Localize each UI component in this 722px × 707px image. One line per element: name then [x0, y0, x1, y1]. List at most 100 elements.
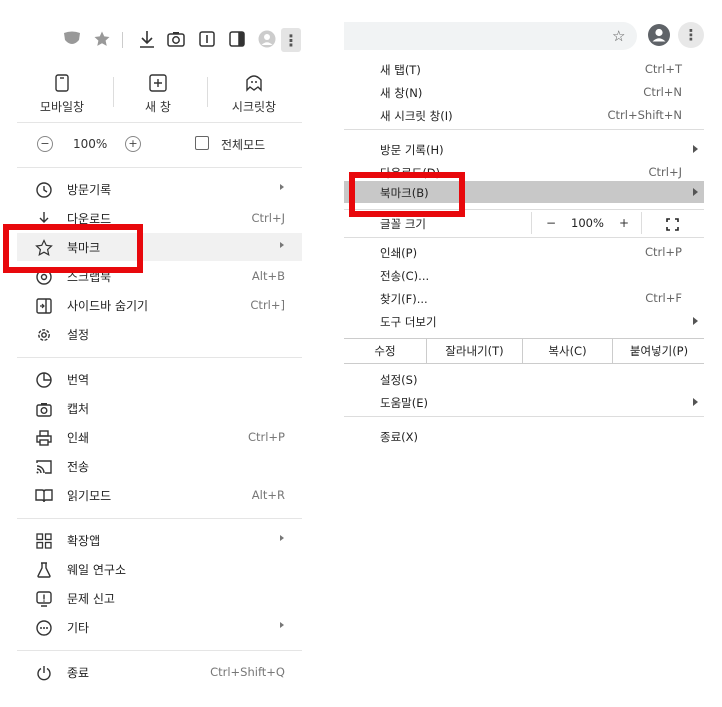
whale-menu-panel: ⋮ 모바일창 새 창 시크릿창 − 100% + 전체모드 방문기록 다운로드 … [17, 20, 302, 707]
menu-item-extensions[interactable]: 확장앱 [17, 526, 302, 554]
address-bar[interactable] [344, 22, 637, 50]
quick-action-secret-window[interactable]: 시크릿창 [209, 72, 299, 118]
submenu-arrow-icon [693, 188, 698, 196]
fullscreen-icon[interactable] [666, 216, 679, 235]
quick-action-label: 모바일창 [39, 100, 85, 114]
more-menu-button[interactable]: ⋮ [281, 28, 301, 52]
toolbar-divider [122, 32, 123, 48]
menu-item-label: 도구 더보기 [380, 315, 437, 329]
shortcut-label: Ctrl+J [251, 211, 286, 225]
fullscreen-icon[interactable] [195, 136, 209, 150]
submenu-arrow-icon [280, 622, 284, 628]
menu-item-cast[interactable]: 전송 [17, 452, 302, 480]
zoom-level: 100% [571, 216, 604, 230]
book-icon [35, 487, 53, 505]
menu-item-find[interactable]: 찾기(F)... Ctrl+F [344, 287, 704, 309]
menu-item-label: 전송(C)... [380, 269, 430, 283]
menu-item-cast[interactable]: 전송(C)... [344, 264, 704, 286]
camera-icon[interactable] [165, 28, 187, 50]
cut-button[interactable]: 잘라내기(T) [426, 339, 522, 363]
shortcut-label: Ctrl+Shift+Q [210, 665, 285, 679]
submenu-arrow-icon [280, 535, 284, 541]
bookmark-star-icon[interactable]: ☆ [612, 27, 625, 45]
menu-item-history[interactable]: 방문기록 [17, 175, 302, 203]
menu-item-capture[interactable]: 캡처 [17, 394, 302, 422]
shortcut-label: Ctrl+Shift+N [607, 108, 682, 122]
cast-icon [35, 458, 53, 476]
menu-divider [17, 122, 302, 123]
camera-icon [35, 400, 53, 418]
zoom-divider [531, 212, 532, 234]
menu-item-settings[interactable]: 설정(S) [344, 368, 704, 390]
shortcut-label: Ctrl+P [247, 430, 285, 444]
copy-button[interactable]: 복사(C) [522, 339, 612, 363]
zoom-in-button[interactable]: + [125, 136, 141, 152]
menu-item-label: 인쇄 [67, 431, 90, 445]
menu-item-whale-lab[interactable]: 웨일 연구소 [17, 555, 302, 583]
more-menu-button[interactable]: ⋮ [678, 22, 704, 48]
submenu-arrow-icon [693, 398, 698, 406]
menu-item-history[interactable]: 방문 기록(H) [344, 138, 704, 160]
profile-avatar-icon[interactable] [648, 24, 670, 46]
menu-item-label: 찾기(F)... [380, 292, 428, 306]
zoom-out-button[interactable]: − [37, 136, 53, 152]
menu-item-exit[interactable]: 종료 Ctrl+Shift+Q [17, 658, 302, 686]
menu-item-label: 방문 기록(H) [380, 143, 444, 157]
submenu-arrow-icon [693, 317, 698, 325]
menu-item-label: 글꼴 크기 [380, 217, 426, 231]
menu-item-report-problem[interactable]: 문제 신고 [17, 584, 302, 612]
chrome-menu-panel: ☆ ⋮ 새 탭(T) Ctrl+T 새 창(N) Ctrl+N 새 시크릿 창(… [344, 17, 722, 707]
menu-item-label: 캡처 [67, 402, 90, 416]
zoom-divider [641, 212, 642, 234]
secret-window-icon [209, 72, 299, 94]
menu-item-new-window[interactable]: 새 창(N) Ctrl+N [344, 81, 704, 103]
zoom-in-button[interactable]: + [619, 216, 629, 230]
menu-item-label: 종료(X) [380, 430, 419, 444]
profile-avatar-icon[interactable] [256, 28, 278, 50]
edit-row: 수정 잘라내기(T) 복사(C) 붙여넣기(P) [344, 338, 704, 364]
quick-action-new-window[interactable]: 새 창 [113, 72, 203, 118]
quick-action-label: 새 창 [145, 100, 171, 114]
menu-item-label: 새 창(N) [380, 86, 423, 100]
sidebar-icon [35, 297, 53, 315]
shortcut-label: Ctrl+] [250, 298, 285, 312]
menu-item-print[interactable]: 인쇄(P) Ctrl+P [344, 241, 704, 263]
menu-item-print[interactable]: 인쇄 Ctrl+P [17, 423, 302, 451]
menu-item-settings[interactable]: 설정 [17, 320, 302, 348]
menu-item-new-tab[interactable]: 새 탭(T) Ctrl+T [344, 58, 704, 80]
quick-divider [207, 77, 208, 107]
shortcut-label: Ctrl+N [643, 85, 682, 99]
menu-divider [17, 167, 302, 168]
menu-item-translate[interactable]: 번역 [17, 365, 302, 393]
sidebar-toggle-icon[interactable] [226, 28, 248, 50]
shortcut-label: Ctrl+P [644, 245, 682, 259]
menu-item-label: 방문기록 [67, 183, 112, 197]
menu-divider [17, 357, 302, 358]
quick-action-mobile[interactable]: 모바일창 [17, 72, 107, 118]
paste-button[interactable]: 붙여넣기(P) [612, 339, 705, 363]
download-icon[interactable] [136, 28, 158, 50]
bookmark-star-icon[interactable] [91, 28, 113, 50]
menu-item-reading-mode[interactable]: 읽기모드 Alt+R [17, 481, 302, 509]
highlight-box-right-bookmarks [349, 172, 465, 217]
menu-item-label: 사이드바 숨기기 [67, 299, 149, 313]
menu-item-label: 종료 [67, 666, 90, 680]
menu-item-new-incognito[interactable]: 새 시크릿 창(I) Ctrl+Shift+N [344, 104, 704, 126]
submenu-arrow-icon [693, 145, 698, 153]
print-icon [35, 429, 53, 447]
menu-item-more[interactable]: 기타 [17, 613, 302, 641]
mobile-icon [17, 72, 107, 94]
menu-item-hide-sidebar[interactable]: 사이드바 숨기기 Ctrl+] [17, 291, 302, 319]
menu-item-more-tools[interactable]: 도구 더보기 [344, 310, 704, 332]
menu-item-label: 웨일 연구소 [67, 563, 127, 577]
menu-divider [17, 518, 302, 519]
menu-item-help[interactable]: 도움말(E) [344, 391, 704, 413]
menu-item-exit[interactable]: 종료(X) [344, 425, 704, 447]
shield-icon[interactable] [61, 28, 83, 50]
power-icon [35, 664, 53, 682]
fullscreen-label[interactable]: 전체모드 [221, 136, 265, 153]
zoom-level: 100% [73, 137, 108, 151]
submenu-arrow-icon [280, 242, 284, 248]
info-panel-icon[interactable] [196, 28, 218, 50]
zoom-out-button[interactable]: − [546, 216, 556, 230]
